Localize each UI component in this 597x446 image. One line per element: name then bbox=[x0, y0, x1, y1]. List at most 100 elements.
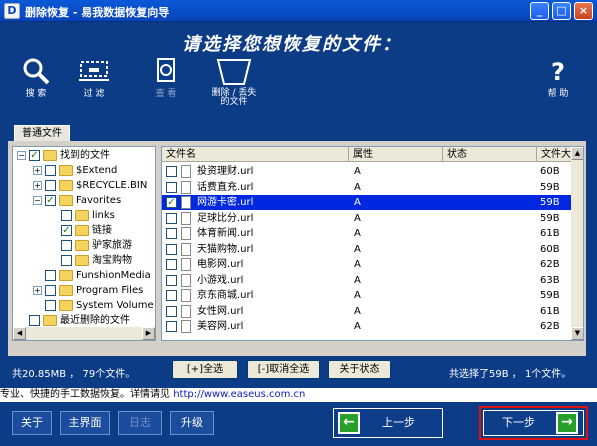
column-header-status[interactable]: 状态 bbox=[443, 147, 537, 162]
upgrade-button[interactable]: 升级 bbox=[170, 411, 214, 435]
tree-node[interactable]: FunshionMedia bbox=[33, 268, 151, 283]
deselect-all-button[interactable]: [-]取消全选 bbox=[247, 360, 320, 379]
scroll-down-button[interactable]: ▼ bbox=[571, 327, 583, 340]
tree-checkbox[interactable] bbox=[61, 209, 72, 221]
select-all-button[interactable]: [+]全选 bbox=[172, 360, 238, 379]
filter-icon bbox=[79, 61, 109, 81]
file-row[interactable]: 美容网.url A 62B bbox=[162, 319, 571, 334]
file-checkbox[interactable] bbox=[166, 305, 177, 317]
tree-checkbox[interactable] bbox=[45, 179, 56, 191]
file-checkbox[interactable] bbox=[166, 181, 177, 193]
file-row[interactable]: 电影网.url A 62B bbox=[162, 257, 571, 272]
total-size-status: 共20.85MB ， 79个文件。 bbox=[12, 369, 136, 380]
file-row[interactable]: ✓ 网游卡密.url A 59B bbox=[162, 195, 571, 210]
maximize-button[interactable]: □ bbox=[552, 2, 571, 20]
help-button[interactable]: ? 帮 助 bbox=[530, 56, 586, 116]
tree-node[interactable]: links bbox=[49, 208, 115, 223]
file-name: 足球比分.url bbox=[197, 212, 254, 224]
tree-node[interactable]: − ✓ Favorites bbox=[33, 193, 121, 208]
tree-checkbox[interactable] bbox=[45, 269, 56, 281]
file-checkbox[interactable] bbox=[166, 228, 177, 239]
tree-checkbox[interactable] bbox=[45, 284, 56, 296]
file-status bbox=[448, 164, 536, 179]
tree-node[interactable]: ✓ 链接 bbox=[49, 223, 112, 238]
file-row[interactable]: 京东商城.url A 59B bbox=[162, 288, 571, 303]
close-button[interactable]: × bbox=[574, 2, 593, 20]
list-scrollbar[interactable]: ▲ ▼ bbox=[571, 147, 583, 340]
file-row[interactable]: 体育新闻.url A 61B bbox=[162, 226, 571, 241]
expand-toggle-icon[interactable]: + bbox=[33, 180, 42, 190]
column-header-name[interactable]: 文件名 bbox=[162, 147, 349, 162]
tree-checkbox[interactable]: ✓ bbox=[45, 194, 56, 206]
tree-node[interactable]: System Volume bbox=[33, 298, 154, 313]
tree-node[interactable]: 最近删除的文件 bbox=[17, 313, 130, 328]
about-button[interactable]: 关于 bbox=[12, 411, 52, 435]
expand-toggle-icon[interactable]: + bbox=[33, 165, 42, 175]
file-row[interactable]: 小游戏.url A 63B bbox=[162, 273, 571, 288]
file-checkbox[interactable] bbox=[166, 290, 177, 301]
folder-tree[interactable]: − ✓ 找到的文件 + $Extend + $RECYCLE.BIN − ✓ Favorites l… bbox=[12, 146, 156, 341]
tree-scrollbar[interactable]: ◀ ▶ bbox=[13, 327, 155, 340]
file-row[interactable]: 天猫购物.url A 60B bbox=[162, 242, 571, 257]
file-name: 京东商城.url bbox=[197, 290, 254, 301]
search-button[interactable]: 搜 索 bbox=[8, 56, 64, 116]
tree-node[interactable]: + $Extend bbox=[33, 163, 117, 178]
file-attr: A bbox=[354, 321, 361, 332]
tree-checkbox[interactable]: ✓ bbox=[61, 224, 72, 236]
file-attr: A bbox=[354, 274, 361, 286]
file-checkbox[interactable]: ✓ bbox=[166, 197, 177, 208]
tree-checkbox[interactable] bbox=[61, 239, 72, 251]
file-checkbox[interactable] bbox=[166, 243, 177, 255]
folder-icon bbox=[43, 149, 57, 161]
scroll-up-button[interactable]: ▲ bbox=[571, 147, 583, 160]
tab-normal-files[interactable]: 普通文件 bbox=[14, 125, 70, 142]
file-attr: A bbox=[354, 290, 361, 301]
search-icon bbox=[23, 58, 50, 85]
file-checkbox[interactable] bbox=[166, 259, 177, 270]
folder-icon bbox=[59, 299, 73, 311]
minimize-button[interactable]: _ bbox=[530, 2, 549, 20]
folder-icon bbox=[75, 239, 89, 251]
about-status-button[interactable]: 关于状态 bbox=[328, 360, 391, 379]
folder-icon bbox=[59, 179, 73, 191]
main-screen-button[interactable]: 主界面 bbox=[60, 411, 110, 435]
next-button[interactable]: 下一步 → bbox=[483, 410, 584, 436]
tree-checkbox[interactable] bbox=[45, 164, 56, 176]
log-button[interactable]: 日志 bbox=[118, 411, 162, 435]
expand-toggle-icon[interactable]: + bbox=[33, 285, 42, 295]
tree-node[interactable]: + Program Files bbox=[33, 283, 143, 298]
file-checkbox[interactable] bbox=[166, 166, 177, 177]
file-row[interactable]: 女性网.url A 61B bbox=[162, 304, 571, 319]
tree-node[interactable]: − ✓ 找到的文件 bbox=[17, 148, 110, 163]
file-checkbox[interactable] bbox=[166, 321, 177, 332]
file-size: 59B bbox=[540, 212, 560, 224]
expand-toggle-icon[interactable]: − bbox=[33, 195, 42, 205]
list-header: 文件名 属性 状态 文件大 bbox=[162, 147, 572, 162]
column-header-size[interactable]: 文件大 bbox=[537, 147, 572, 162]
filter-button[interactable]: 过 滤 bbox=[66, 56, 122, 116]
tree-checkbox[interactable] bbox=[61, 254, 72, 266]
tree-node[interactable]: + $RECYCLE.BIN bbox=[33, 178, 147, 193]
file-row[interactable]: 话费直充.url A 59B bbox=[162, 180, 571, 195]
scroll-right-button[interactable]: ▶ bbox=[142, 327, 155, 340]
tree-checkbox[interactable] bbox=[45, 299, 56, 311]
scroll-left-button[interactable]: ◀ bbox=[13, 327, 26, 340]
folder-icon bbox=[75, 209, 89, 221]
deleted-lost-files-button[interactable]: 删除 / 丢失 的文件 bbox=[198, 56, 270, 116]
view-button[interactable]: 查 看 bbox=[138, 56, 194, 116]
expand-toggle-icon[interactable]: − bbox=[17, 150, 26, 160]
column-header-attr[interactable]: 属性 bbox=[349, 147, 443, 162]
tree-node[interactable]: 淘宝购物 bbox=[49, 253, 132, 268]
tree-node[interactable]: 驴家旅游 bbox=[49, 238, 132, 253]
file-list[interactable]: 文件名 属性 状态 文件大 ▲ ▼ 投资理财.url A 60B 话费直充.url A 5… bbox=[161, 146, 584, 341]
tree-checkbox[interactable]: ✓ bbox=[29, 149, 40, 161]
file-row[interactable]: 投资理财.url A 60B bbox=[162, 164, 571, 179]
prev-button[interactable]: ← 上一步 bbox=[333, 408, 443, 438]
tree-checkbox[interactable] bbox=[29, 314, 40, 326]
website-link[interactable]: http://www.easeus.com.cn bbox=[173, 389, 305, 400]
tree-node-label: FunshionMedia bbox=[76, 270, 151, 281]
tree-node-label: 链接 bbox=[92, 225, 112, 236]
file-checkbox[interactable] bbox=[166, 212, 177, 224]
file-checkbox[interactable] bbox=[166, 274, 177, 286]
file-row[interactable]: 足球比分.url A 59B bbox=[162, 211, 571, 226]
